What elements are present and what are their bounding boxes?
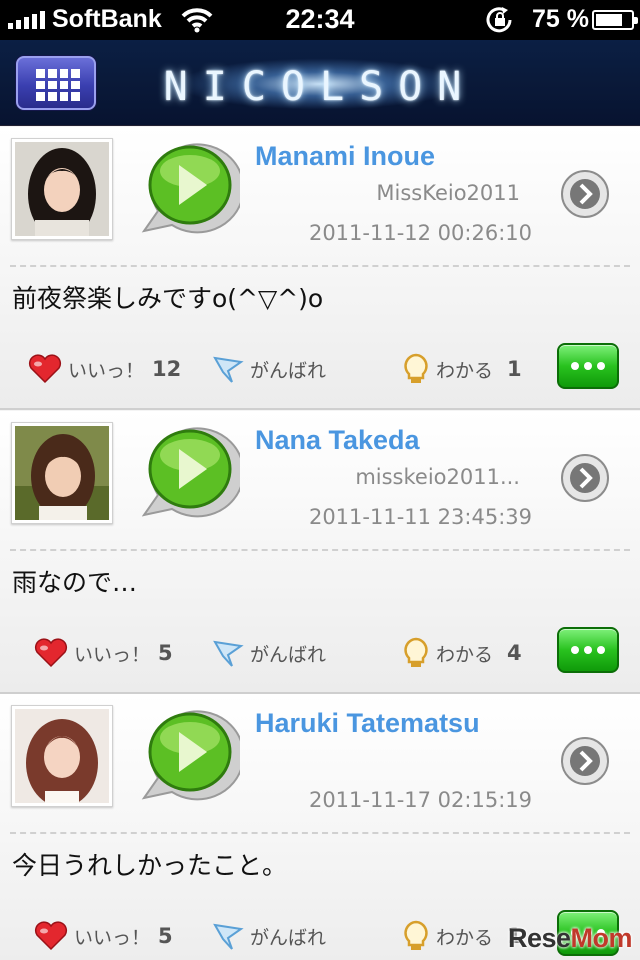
play-voice-button[interactable] [134, 421, 240, 525]
understand-count: 4 [507, 641, 522, 665]
divider [10, 265, 630, 267]
post-date: 2011-11-12 00:26:10 [308, 221, 532, 245]
app-header: NICOLSON [0, 40, 640, 126]
battery-icon [592, 10, 638, 30]
divider [10, 832, 630, 834]
post-message: 前夜祭楽しみですo(^▽^)o [12, 284, 324, 313]
status-bar: SoftBank 22:34 75 % [0, 0, 640, 40]
lightbulb-icon [404, 353, 428, 383]
post-item: Manami Inoue MissKeio2011 2011-11-12 00:… [0, 127, 640, 410]
understand-label: わかる [436, 926, 494, 949]
understand-button[interactable]: わかる 1 [402, 918, 522, 954]
avatar[interactable] [11, 138, 113, 240]
chevron-right-icon[interactable] [560, 453, 610, 503]
watermark: ReseMom [507, 923, 633, 954]
like-count: 12 [152, 357, 182, 381]
cheer-label: がんばれ [250, 643, 327, 666]
cheer-button[interactable]: がんばれ [212, 635, 326, 671]
flag-icon [213, 923, 244, 950]
understand-button[interactable]: わかる 1 [402, 351, 522, 387]
heart-icon [34, 921, 68, 951]
understand-count: 1 [507, 357, 522, 381]
user-name[interactable]: Haruki Tatematsu [255, 708, 480, 739]
more-options-button[interactable] [557, 343, 619, 389]
understand-label: わかる [436, 359, 494, 382]
flag-icon [213, 356, 244, 383]
cheer-label: がんばれ [250, 359, 327, 382]
like-button[interactable]: いいっ！ 12 [28, 351, 181, 387]
post-message: 今日うれしかったこと。 [12, 851, 288, 880]
app-logo: NICOLSON [163, 64, 477, 110]
divider [10, 549, 630, 551]
heart-icon [34, 638, 68, 668]
like-label: いいっ！ [74, 926, 151, 949]
chevron-right-icon[interactable] [560, 736, 610, 786]
avatar-photo [15, 709, 109, 803]
cheer-label: がんばれ [250, 926, 327, 949]
watermark-text: Rese [507, 923, 571, 953]
lightbulb-icon [404, 637, 428, 667]
play-voice-button[interactable] [134, 137, 240, 241]
understand-button[interactable]: わかる 4 [402, 635, 522, 671]
more-options-button[interactable] [557, 627, 619, 673]
user-name[interactable]: Nana Takeda [255, 425, 420, 456]
avatar[interactable] [11, 422, 113, 524]
cheer-button[interactable]: がんばれ [212, 918, 326, 954]
battery-fill [596, 14, 622, 26]
like-label: いいっ！ [74, 643, 151, 666]
understand-label: わかる [436, 643, 494, 666]
user-handle: misskeio2011... [355, 465, 520, 489]
watermark-text-accent: Mom [570, 923, 633, 953]
play-voice-button[interactable] [134, 704, 240, 808]
post-message: 雨なので… [12, 568, 138, 597]
post-actions: いいっ！ 12 がんばれ わかる 1 [0, 343, 640, 395]
post-item: Haruki Tatematsu 2011-11-17 02:15:19 今日う… [0, 694, 640, 960]
chevron-right-icon[interactable] [560, 169, 610, 219]
avatar[interactable] [11, 705, 113, 807]
like-button[interactable]: いいっ！ 5 [34, 918, 173, 954]
avatar-photo [15, 426, 109, 520]
post-actions: いいっ！ 5 がんばれ わかる 4 [0, 627, 640, 679]
like-count: 5 [158, 924, 173, 948]
avatar-photo [15, 142, 109, 236]
cheer-button[interactable]: がんばれ [212, 351, 326, 387]
lightbulb-icon [404, 920, 428, 950]
like-label: いいっ！ [68, 359, 145, 382]
post-date: 2011-11-11 23:45:39 [308, 505, 532, 529]
flag-icon [213, 640, 244, 667]
post-date: 2011-11-17 02:15:19 [308, 788, 532, 812]
post-item: Nana Takeda misskeio2011... 2011-11-11 2… [0, 411, 640, 694]
rotation-lock-icon [486, 7, 512, 33]
like-button[interactable]: いいっ！ 5 [34, 635, 173, 671]
user-name[interactable]: Manami Inoue [255, 141, 435, 172]
user-handle: MissKeio2011 [376, 181, 520, 205]
battery-percent: 75 % [532, 5, 589, 33]
like-count: 5 [158, 641, 173, 665]
heart-icon [28, 354, 62, 384]
